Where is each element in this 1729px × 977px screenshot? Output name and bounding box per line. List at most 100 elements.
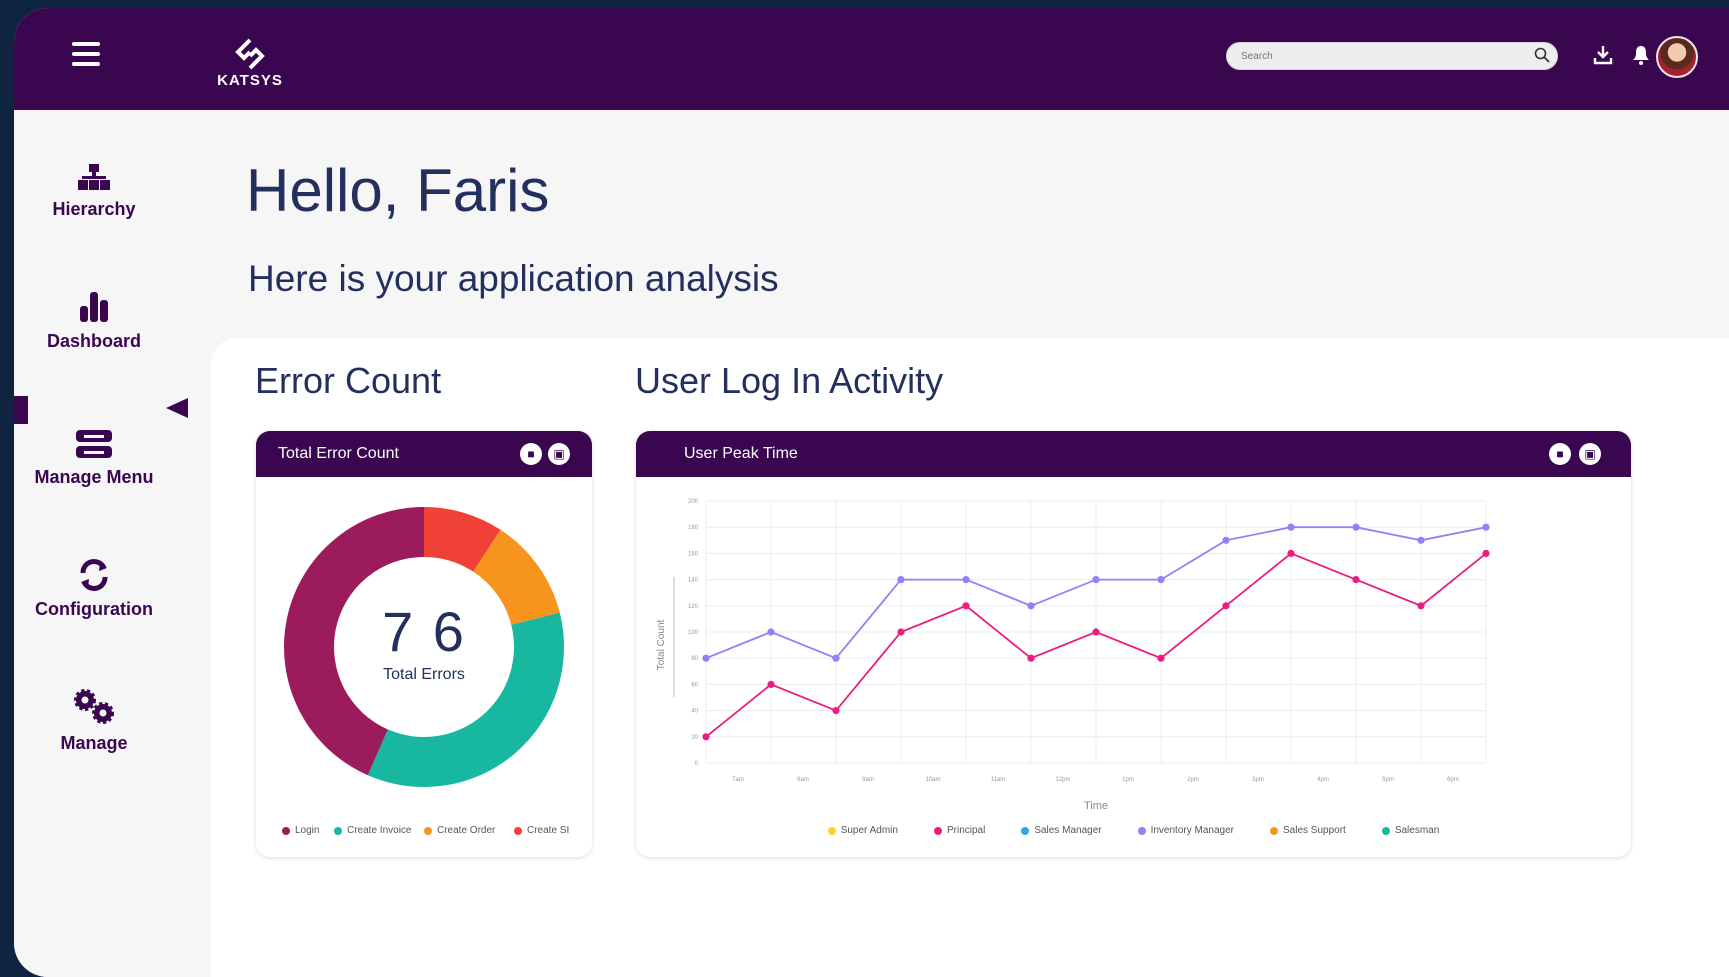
legend-label: Create Order: [437, 825, 496, 836]
y-tick-label: 200: [688, 499, 699, 505]
error-panel-header: Total Error Count ■ ▣: [256, 431, 592, 477]
data-point[interactable]: [1157, 654, 1165, 662]
sidebar-item-label: Hierarchy: [52, 199, 136, 219]
data-point[interactable]: [1352, 576, 1360, 584]
logo-mark-icon: [235, 38, 265, 70]
data-point[interactable]: [1417, 602, 1425, 610]
legend-item-super-admin[interactable]: Super Admin: [827, 825, 898, 836]
data-point[interactable]: [897, 628, 905, 636]
data-point[interactable]: [1352, 523, 1360, 531]
sidebar-item-dashboard[interactable]: Dashboard: [14, 290, 174, 352]
data-point[interactable]: [1157, 576, 1165, 584]
y-tick-label: 140: [688, 578, 699, 584]
sidebar-item-manage[interactable]: Manage: [14, 688, 174, 754]
notification-bell-icon[interactable]: [1631, 44, 1651, 66]
legend-dot: [1137, 826, 1146, 835]
data-point[interactable]: [832, 707, 840, 715]
legend-label: Sales Manager: [1034, 825, 1102, 836]
x-tick-label: 2pm: [1187, 777, 1199, 783]
export-file-icon[interactable]: ▣: [548, 443, 570, 465]
data-point[interactable]: [767, 628, 775, 636]
data-point[interactable]: [1417, 536, 1425, 544]
legend-item-create-order[interactable]: Create Order: [424, 825, 495, 836]
download-icon[interactable]: [1592, 44, 1614, 66]
export-pdf-icon[interactable]: ■: [1549, 443, 1571, 465]
y-tick-label: 180: [688, 525, 699, 531]
legend-item-principal[interactable]: Principal: [933, 825, 985, 836]
sidebar-item-manage-menu[interactable]: Manage Menu: [14, 428, 174, 488]
error-count-title: Error Count: [255, 360, 442, 401]
data-point[interactable]: [1027, 654, 1035, 662]
legend-label: Salesman: [1394, 825, 1440, 836]
data-point[interactable]: [702, 733, 710, 741]
activity-panel-header: User Peak Time ■ ▣: [636, 431, 1631, 477]
legend-dot: [1021, 826, 1030, 835]
x-tick-label: 7am: [732, 777, 744, 783]
active-indicator-arrow: [166, 398, 188, 418]
data-point[interactable]: [767, 680, 775, 688]
x-tick-label: 1pm: [1122, 777, 1134, 783]
legend-label: Create SI: [527, 825, 570, 836]
dashboard-bar-chart-icon: [80, 292, 108, 322]
y-tick-label: 20: [691, 735, 698, 741]
hierarchy-icon: [78, 164, 110, 190]
legend-item-sales-manager[interactable]: Sales Manager: [1021, 825, 1102, 836]
refresh-sync-icon: [80, 559, 108, 591]
legend-item-salesman[interactable]: Salesman: [1381, 825, 1440, 836]
hamburger-menu-icon[interactable]: [72, 42, 100, 68]
data-point[interactable]: [1092, 576, 1100, 584]
error-count-panel: Total Error Count ■ ▣ 7 6 Total Errors L…: [256, 431, 592, 857]
sidebar-item-hierarchy[interactable]: Hierarchy: [14, 162, 174, 220]
data-point[interactable]: [1092, 628, 1100, 636]
export-pdf-icon[interactable]: ■: [520, 443, 542, 465]
data-point[interactable]: [1482, 549, 1490, 557]
search-input[interactable]: [1239, 46, 1523, 66]
sidebar-item-label: Configuration: [35, 599, 153, 619]
brand-logo[interactable]: KATSYS: [210, 34, 300, 94]
legend-dot: [1381, 826, 1390, 835]
data-point[interactable]: [1482, 523, 1490, 531]
x-tick-label: 5pm: [1382, 777, 1394, 783]
sidebar: Hierarchy Dashboard Manage Menu Configur…: [14, 110, 188, 977]
sidebar-item-label: Manage: [60, 733, 128, 753]
data-point[interactable]: [1287, 549, 1295, 557]
top-bar: KATSYS: [14, 8, 1729, 110]
data-point[interactable]: [1222, 602, 1230, 610]
analytics-card: Error Count User Log In Activity Total E…: [211, 338, 1729, 977]
legend-item-create-invoice[interactable]: Create Invoice: [334, 825, 411, 836]
data-point[interactable]: [897, 576, 905, 584]
x-tick-label: 10am: [925, 777, 940, 783]
legend-item-inventory-manager[interactable]: Inventory Manager: [1137, 825, 1234, 836]
brand-name: KATSYS: [217, 72, 283, 89]
x-tick-label: 3pm: [1252, 777, 1264, 783]
legend-dot: [1269, 826, 1278, 835]
data-point[interactable]: [962, 576, 970, 584]
sidebar-item-label: Manage Menu: [34, 467, 154, 487]
legend-item-sales-support[interactable]: Sales Support: [1269, 825, 1346, 836]
data-point[interactable]: [702, 654, 710, 662]
error-panel-title: Total Error Count: [278, 445, 399, 462]
greeting-heading: Hello, Faris: [246, 157, 550, 224]
sidebar-item-configuration[interactable]: Configuration: [14, 558, 174, 620]
search-box[interactable]: [1226, 42, 1558, 70]
y-tick-label: 80: [691, 656, 698, 662]
data-point[interactable]: [832, 654, 840, 662]
manage-menu-icon: [76, 430, 112, 458]
x-tick-label: 4pm: [1317, 777, 1329, 783]
donut-center: 7 6 Total Errors: [354, 599, 494, 684]
user-avatar[interactable]: [1656, 36, 1698, 78]
search-icon[interactable]: [1533, 46, 1551, 64]
legend-dot: [424, 826, 432, 835]
data-point[interactable]: [1287, 523, 1295, 531]
export-file-icon[interactable]: ▣: [1579, 443, 1601, 465]
legend-item-create-si[interactable]: Create SI: [514, 825, 569, 836]
data-point[interactable]: [962, 602, 970, 610]
sidebar-item-label: Dashboard: [46, 331, 142, 351]
data-point[interactable]: [1027, 602, 1035, 610]
legend-dot: [933, 826, 942, 835]
data-point[interactable]: [1222, 536, 1230, 544]
legend-dot: [827, 826, 836, 835]
legend-item-login[interactable]: Login: [282, 825, 319, 836]
total-errors-label: Total Errors: [383, 666, 465, 683]
legend-label: Inventory Manager: [1150, 825, 1234, 836]
